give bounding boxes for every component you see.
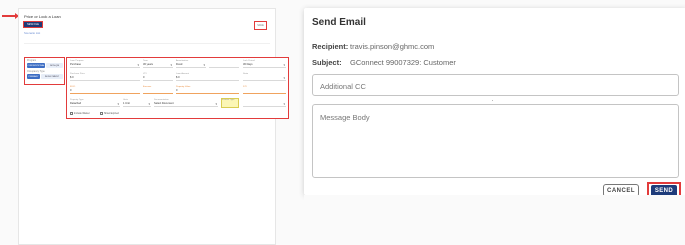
occupancy-investment-pill[interactable]: INVESTMENT <box>41 74 63 79</box>
recipient-label: Recipient: <box>312 42 349 51</box>
divider <box>24 43 270 44</box>
chevron-down-icon: ▾ <box>283 102 285 106</box>
loan-purpose-select[interactable]: Loan Purpose Purchase ▾ <box>70 60 140 68</box>
income-type-field[interactable]: Income Type <box>221 98 239 108</box>
background <box>304 195 685 245</box>
scenario-list-link[interactable]: Scenario List <box>24 31 40 35</box>
chevron-down-icon: ▾ <box>137 63 139 67</box>
chevron-down-icon: ▾ <box>283 63 285 67</box>
chevron-down-icon: ▾ <box>215 102 217 106</box>
program-label: Program <box>27 59 37 62</box>
loan-pricing-page: Price or Lock a Loan NEW FILE Scenario L… <box>18 8 289 245</box>
separator-dot <box>492 100 493 101</box>
red-arrow-annotation <box>2 13 19 19</box>
checkbox-icon <box>70 112 73 115</box>
chevron-down-icon: ▾ <box>283 76 285 80</box>
fico-input[interactable]: FICO 0 <box>70 86 140 94</box>
chevron-down-icon: ▾ <box>170 63 172 67</box>
extra-select[interactable]: ▾ <box>243 99 286 107</box>
program-selector: Program CONVENTIONAL NON-QM Occupancy Ty… <box>24 57 65 85</box>
subject-label: Subject: <box>312 58 342 67</box>
chevron-down-icon: ▾ <box>148 102 150 106</box>
chevron-down-icon: ▾ <box>117 102 119 106</box>
recipient-row: Recipient: travis.pinson@ghmc.com <box>312 42 434 51</box>
state-select[interactable]: State ▾ <box>243 73 286 81</box>
additional-cc-input[interactable]: Additional CC <box>312 74 679 96</box>
property-type-select[interactable]: Property Type Detached ▾ <box>70 99 120 107</box>
documentation-select[interactable]: Documentation Select Document ▾ <box>154 99 218 107</box>
occupancy-label: Occupancy Type <box>27 70 45 73</box>
escrows-input[interactable]: Escrows <box>143 86 173 94</box>
term-select[interactable]: Term 30 years ▾ <box>143 60 173 68</box>
include-waiver-checkbox[interactable]: Include Waiver <box>70 112 90 115</box>
loan-parameters-form: Loan Purpose Purchase ▾ Term 30 years ▾ Amor… <box>66 57 289 119</box>
loan-amount-input[interactable]: Loan Amount $ 0 <box>176 73 239 81</box>
recipient-value: travis.pinson@ghmc.com <box>350 42 435 51</box>
screen: Price or Lock a Loan NEW FILE Scenario L… <box>0 0 685 245</box>
subject-value: GConnect 99007329: Customer <box>350 58 456 67</box>
chevron-down-icon: ▾ <box>203 63 205 67</box>
new-file-button[interactable]: NEW FILE <box>23 21 43 28</box>
blank-field-r1[interactable] <box>209 60 239 68</box>
dti-input[interactable]: DTI <box>243 86 286 94</box>
purchase-price-input[interactable]: Purchase Price $ 0 <box>70 73 140 81</box>
dialog-title: Send Email <box>312 17 366 28</box>
units-select[interactable]: Units 1 Unit ▾ <box>123 99 151 107</box>
amortization-select[interactable]: Amortization Fixed ▾ <box>176 60 206 68</box>
cc-placeholder: Additional CC <box>320 82 366 91</box>
show-expired-checkbox[interactable]: Show Expired <box>100 112 119 115</box>
ltv-input[interactable]: LTV 0 <box>143 73 173 81</box>
program-conventional-pill[interactable]: CONVENTIONAL <box>27 63 45 68</box>
program-nonqm-pill[interactable]: NON-QM <box>46 63 63 68</box>
message-body-textarea[interactable]: Message Body <box>312 104 679 178</box>
save-button[interactable]: SAVE <box>254 21 267 30</box>
subject-row: Subject: GConnect 99007329: Customer <box>312 58 456 67</box>
page-title: Price or Lock a Loan <box>24 14 61 19</box>
send-email-dialog: Send Email Recipient: travis.pinson@ghmc… <box>304 8 685 200</box>
checkbox-icon <box>100 112 103 115</box>
body-placeholder: Message Body <box>320 113 370 122</box>
occupancy-primary-pill[interactable]: PRIMARY <box>27 74 40 79</box>
lock-period-select[interactable]: Lock Period 30 Days ▾ <box>243 60 286 68</box>
property-value-input[interactable]: Property Value 0 <box>176 86 239 94</box>
